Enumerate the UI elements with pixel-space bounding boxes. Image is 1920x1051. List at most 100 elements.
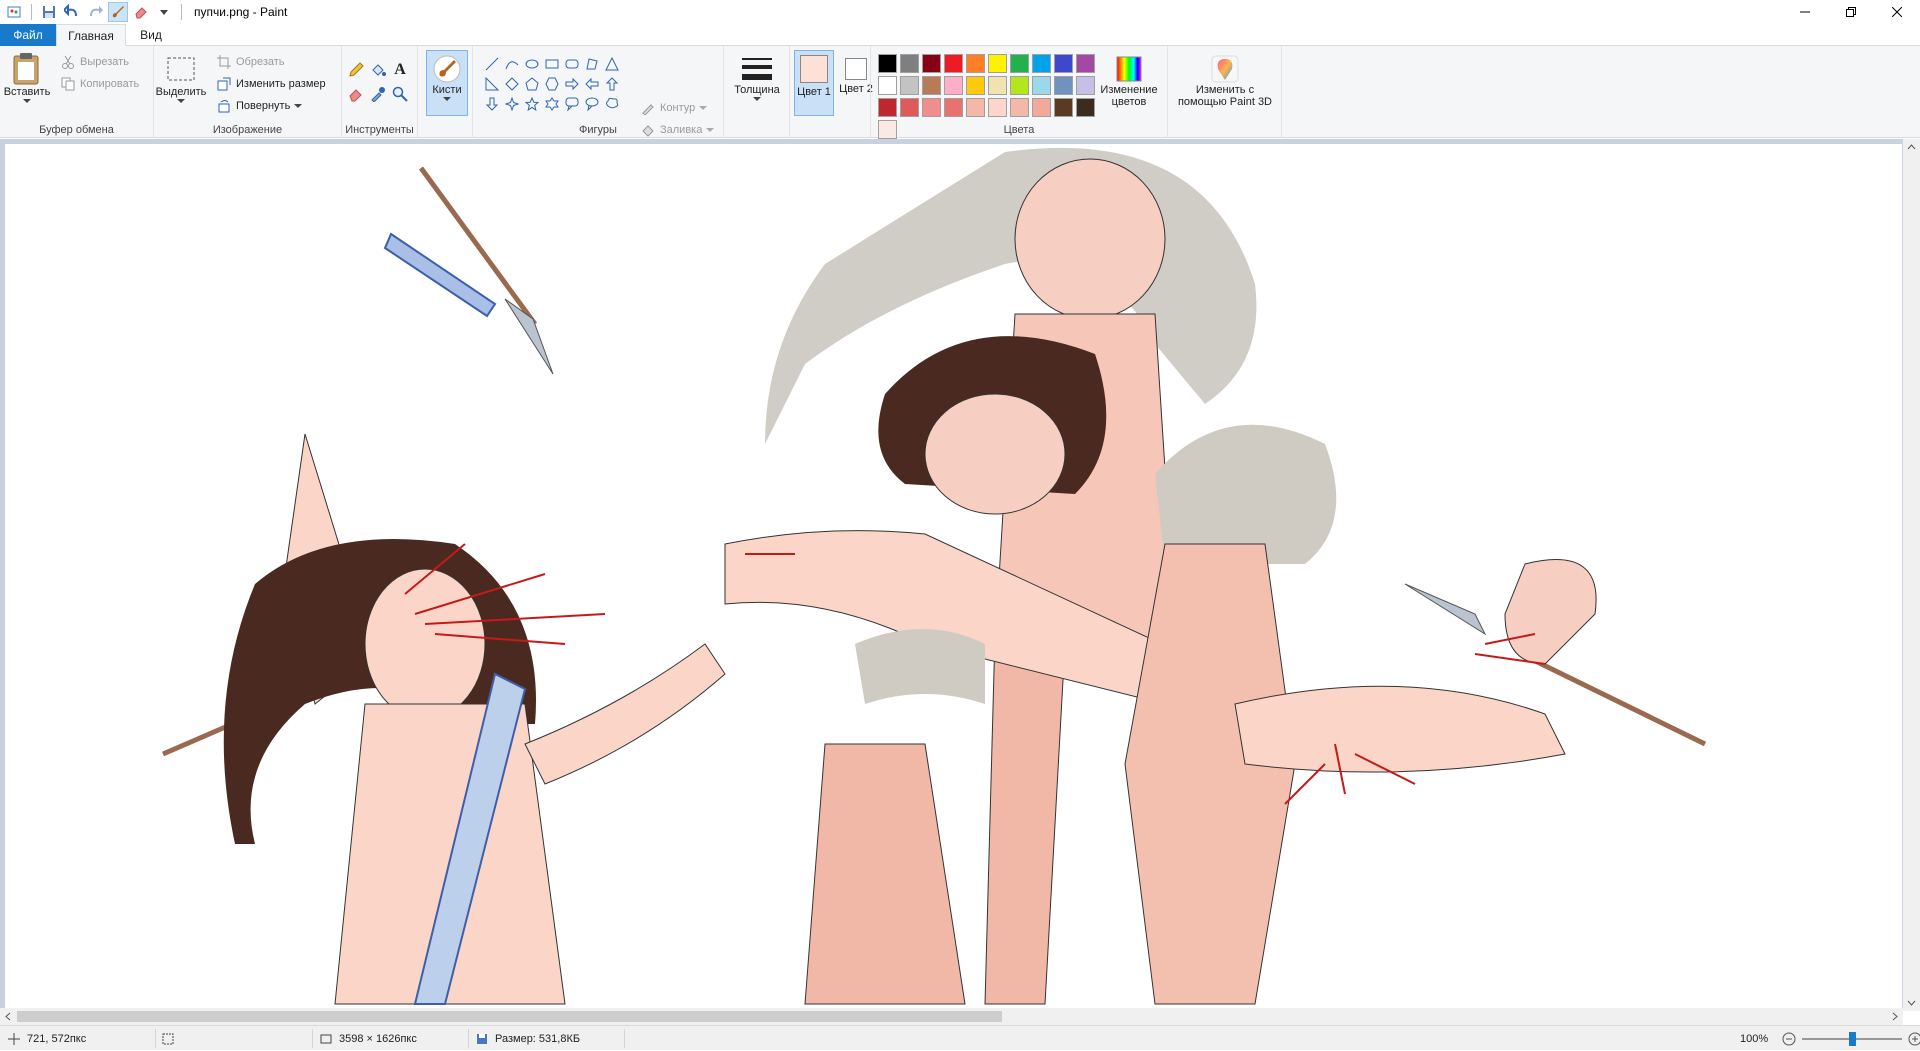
brushes-button[interactable]: Кисти [426, 50, 468, 116]
vertical-scrollbar[interactable] [1903, 139, 1920, 1011]
callout-oval-shape-icon[interactable] [582, 94, 601, 113]
paste-button[interactable]: Вставить [4, 52, 50, 104]
pentagon-shape-icon[interactable] [522, 74, 541, 93]
brush-quick-icon[interactable] [108, 2, 128, 22]
select-label: Выделить [155, 86, 207, 98]
hexagon-shape-icon[interactable] [542, 74, 561, 93]
rounded-rectangle-shape-icon[interactable] [562, 54, 581, 73]
ribbon-tabs: Файл Главная Вид ? [0, 24, 1920, 64]
text-tool-icon[interactable]: A [392, 61, 408, 78]
rotate-button[interactable]: Повернуть [216, 98, 303, 114]
crop-label: Обрезать [236, 56, 285, 68]
arrow-up-shape-icon[interactable] [602, 74, 621, 93]
pencil-icon[interactable] [348, 62, 364, 78]
copy-button[interactable]: Копировать [60, 76, 139, 92]
qat-separator [31, 4, 32, 20]
minimize-icon[interactable] [1782, 0, 1828, 24]
chevron-down-icon [753, 97, 761, 101]
right-triangle-shape-icon[interactable] [482, 74, 501, 93]
select-button[interactable]: Выделить [155, 52, 207, 104]
figure-lower-center [804, 629, 985, 1005]
oval-shape-icon[interactable] [522, 54, 541, 73]
magnifier-icon[interactable] [392, 86, 408, 102]
six-point-star-shape-icon[interactable] [542, 94, 561, 113]
image-size: 3598 × 1626пкс [318, 1026, 417, 1051]
cut-label: Вырезать [80, 56, 129, 68]
crop-icon [216, 54, 232, 70]
paint3d-icon [1211, 55, 1239, 83]
figure-grey-hair-right [1124, 424, 1597, 1005]
paint-app-icon[interactable] [4, 2, 24, 22]
thickness-button[interactable]: Толщина [732, 54, 782, 102]
paint3d-button[interactable]: Изменить с помощью Paint 3D [1172, 54, 1278, 108]
spear-top-left [383, 166, 554, 375]
curve-shape-icon[interactable] [502, 54, 521, 73]
chevron-down-icon [294, 104, 303, 108]
tab-home[interactable]: Главная [56, 24, 126, 47]
paint3d-label: Изменить с помощью Paint 3D [1177, 84, 1273, 108]
workspace [0, 139, 1920, 1011]
zoom-slider[interactable] [1802, 1031, 1903, 1046]
rectangle-shape-icon[interactable] [542, 54, 561, 73]
outline-label: Контур [660, 102, 696, 114]
drawing-canvas[interactable] [5, 144, 1902, 1008]
zoom-in-icon[interactable] [1907, 1031, 1920, 1047]
thickness-label: Толщина [734, 84, 780, 96]
zoom-out-icon[interactable] [1781, 1031, 1797, 1047]
group-paint3d: Изменить с помощью Paint 3D [1168, 46, 1282, 138]
crop-button[interactable]: Обрезать [216, 54, 285, 70]
chevron-down-icon [23, 99, 31, 103]
undo-icon[interactable] [62, 2, 82, 22]
four-point-star-shape-icon[interactable] [502, 94, 521, 113]
scroll-up-icon[interactable] [1903, 139, 1920, 156]
color-picker-icon[interactable] [370, 86, 386, 102]
chevron-down-icon [699, 106, 708, 110]
arrow-down-shape-icon[interactable] [482, 94, 501, 113]
customize-qat-icon[interactable] [154, 2, 174, 22]
save-icon[interactable] [39, 2, 59, 22]
zoom-slider-thumb[interactable] [1849, 1031, 1857, 1046]
line-shape-icon[interactable] [482, 54, 501, 73]
horizontal-scroll-thumb[interactable] [17, 1011, 1002, 1022]
fill-bucket-icon[interactable] [370, 62, 386, 78]
fill-button[interactable]: Заливка [640, 122, 715, 138]
resize-button[interactable]: Изменить размер [216, 76, 326, 92]
arrow-left-shape-icon[interactable] [582, 74, 601, 93]
clipboard-group-label: Буфер обмена [39, 124, 114, 136]
status-separator [468, 1029, 469, 1048]
eraser-quick-icon[interactable] [131, 2, 151, 22]
group-colors: Цвета [870, 46, 1168, 138]
copy-label: Копировать [80, 78, 140, 90]
resize-icon [216, 76, 232, 92]
chevron-down-icon [177, 99, 185, 103]
horizontal-scrollbar[interactable] [0, 1008, 1903, 1025]
polygon-shape-icon[interactable] [582, 54, 601, 73]
cursor-position: 721, 572пкс [6, 1026, 86, 1051]
restore-icon[interactable] [1828, 0, 1874, 24]
triangle-shape-icon[interactable] [602, 54, 621, 73]
canvas-artwork [162, 147, 1707, 1005]
close-icon[interactable] [1874, 0, 1920, 24]
arrow-right-shape-icon[interactable] [562, 74, 581, 93]
callout-rounded-shape-icon[interactable] [562, 94, 581, 113]
outline-button[interactable]: Контур [640, 100, 708, 116]
scroll-right-icon[interactable] [1886, 1008, 1903, 1025]
diamond-shape-icon[interactable] [502, 74, 521, 93]
file-size-text: Размер: 531,8КБ [495, 1032, 581, 1045]
file-size: Размер: 531,8КБ [474, 1026, 580, 1051]
eraser-icon[interactable] [348, 86, 364, 102]
color2-swatch [845, 58, 867, 80]
redo-icon[interactable] [85, 2, 105, 22]
paste-label: Вставить [3, 86, 51, 98]
callout-cloud-shape-icon[interactable] [602, 94, 621, 113]
five-point-star-shape-icon[interactable] [522, 94, 541, 113]
color1-button[interactable]: Цвет 1 [794, 50, 834, 116]
group-clipboard: Вставить Вырезать Копировать Буфер обмен… [0, 46, 154, 138]
cut-button[interactable]: Вырезать [60, 54, 129, 70]
fill-label: Заливка [660, 124, 703, 136]
scroll-down-icon[interactable] [1903, 994, 1920, 1011]
scroll-left-icon[interactable] [0, 1008, 17, 1025]
selection-rectangle-icon [167, 57, 195, 81]
tab-file[interactable]: Файл [0, 24, 56, 46]
tab-view[interactable]: Вид [128, 24, 174, 46]
